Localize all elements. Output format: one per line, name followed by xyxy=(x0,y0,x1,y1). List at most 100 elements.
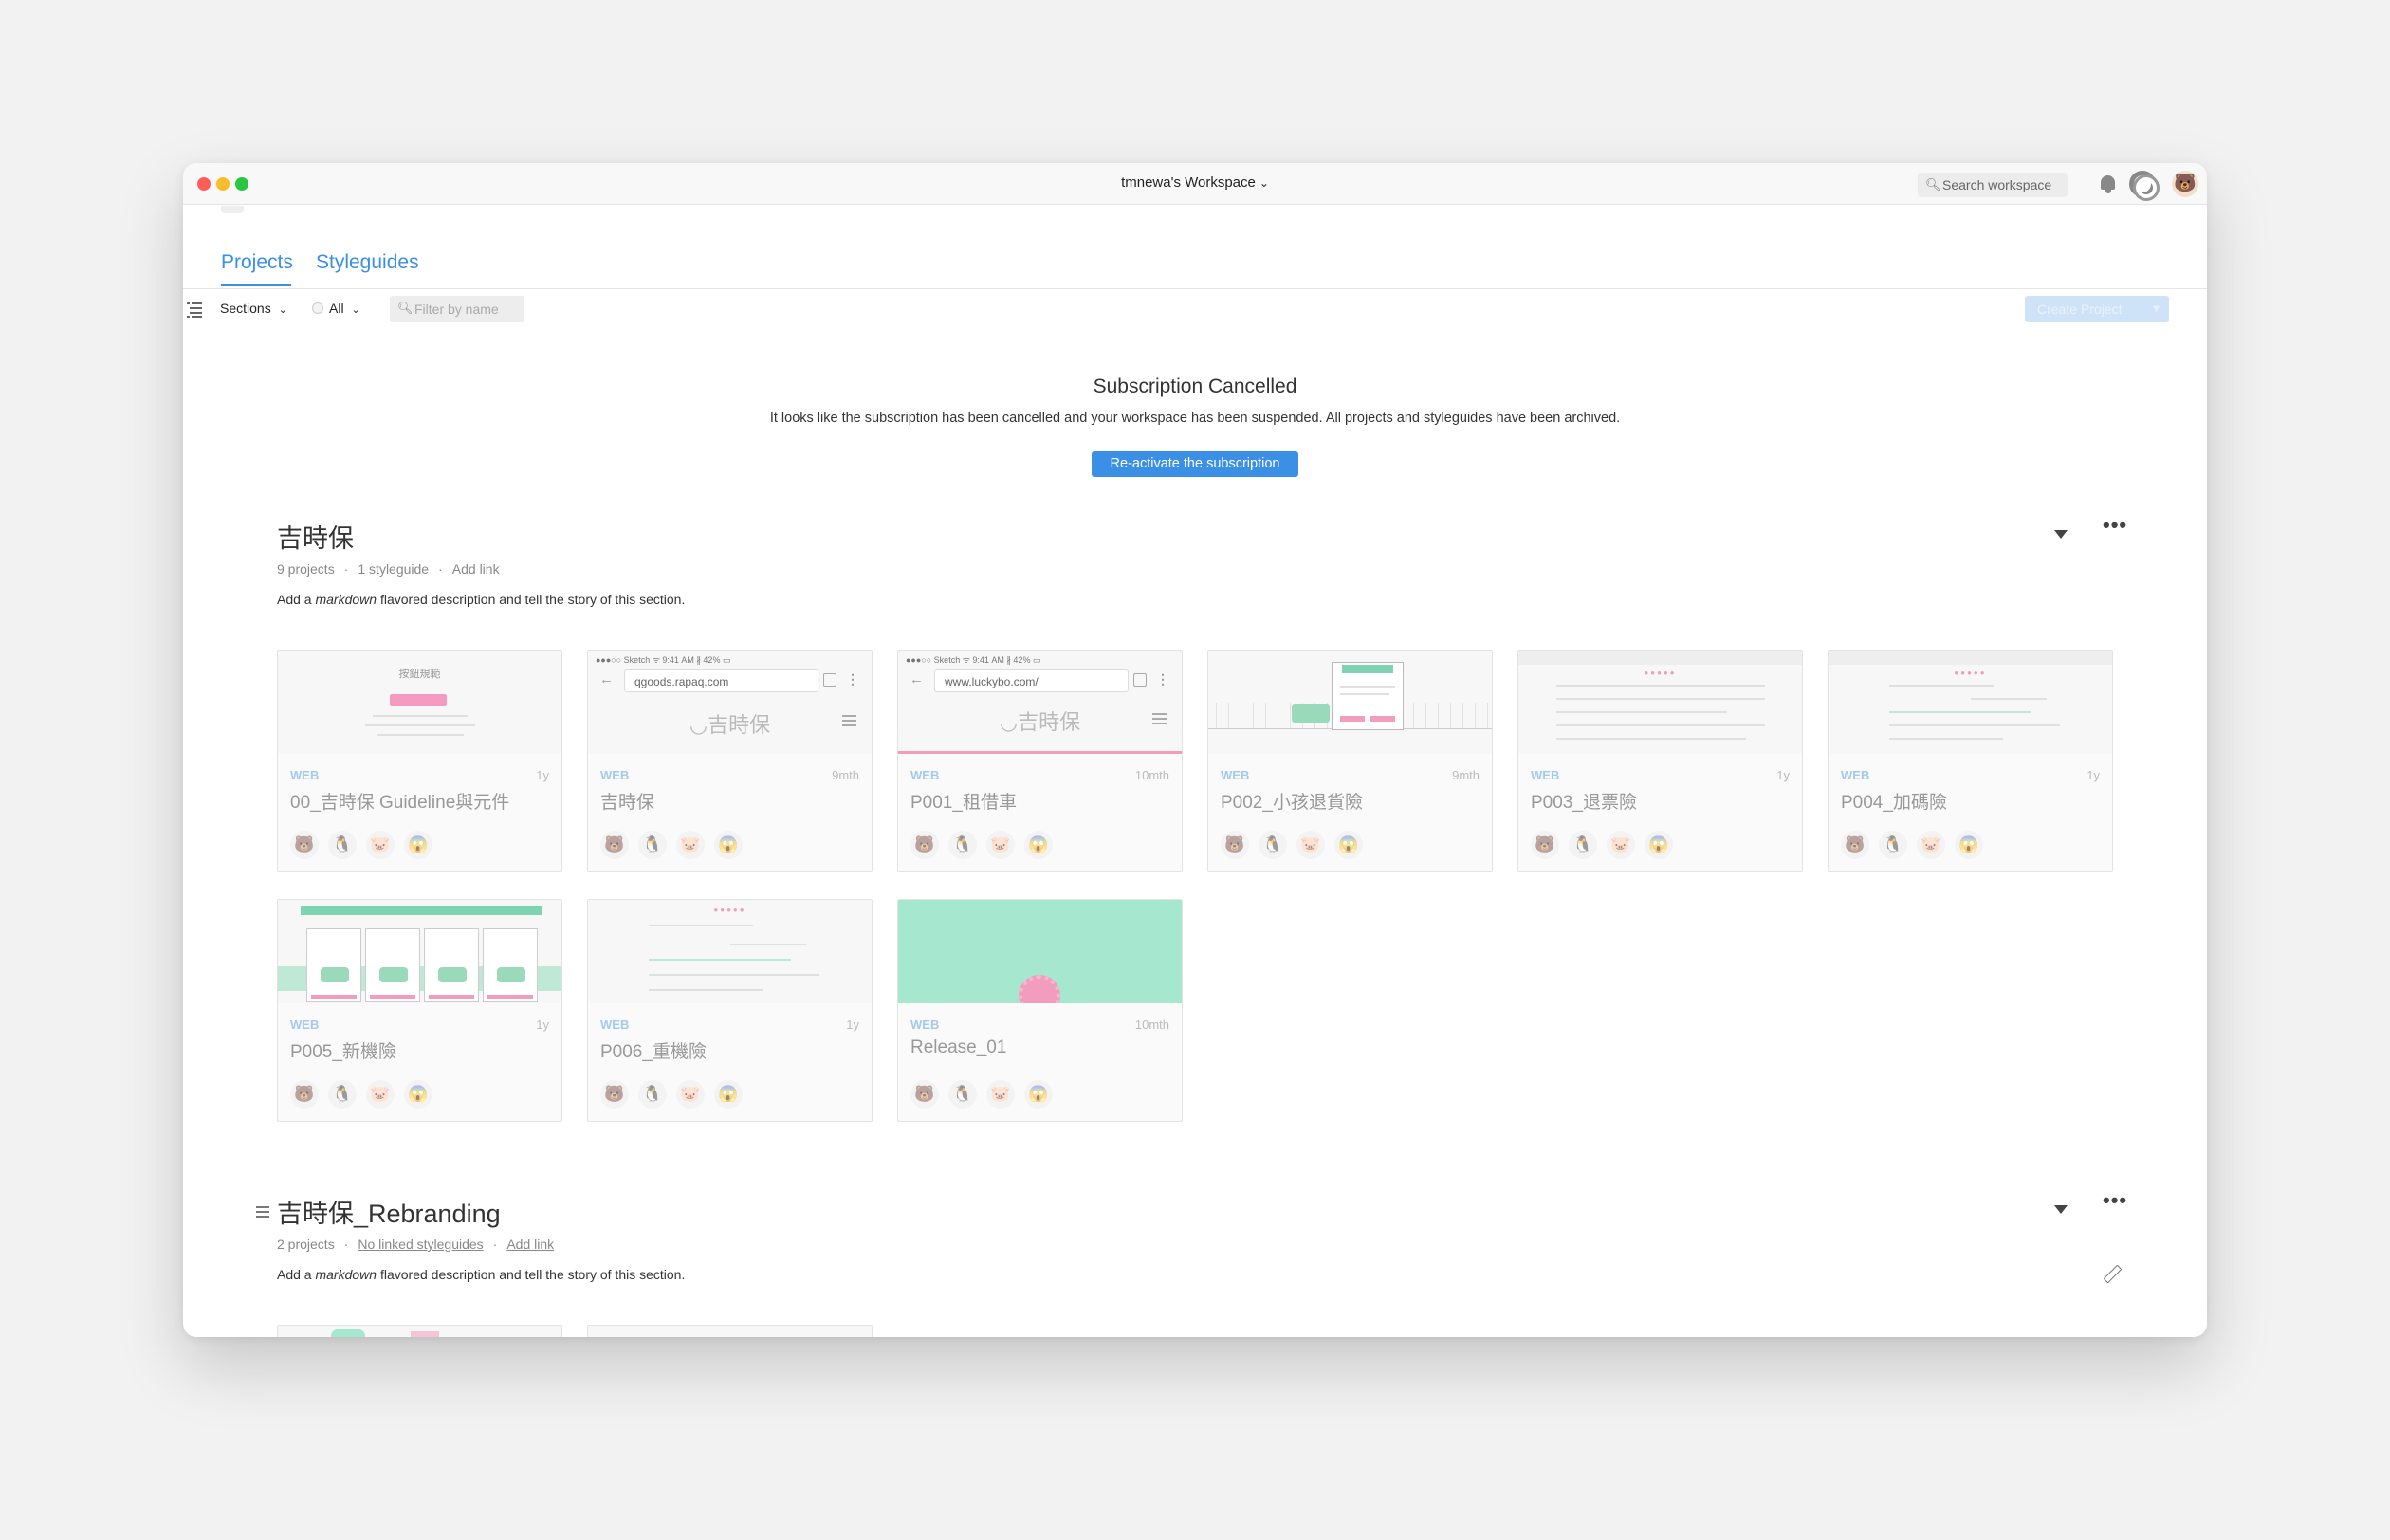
bell-icon[interactable] xyxy=(2095,171,2122,197)
project-card[interactable]: 按鈕規範 WEB 1y 00_吉時保 Guideline與元件 🐻 🐧 🐷 😱 xyxy=(277,650,562,872)
workspace-search[interactable]: 🔍︎ Search workspace xyxy=(1918,173,2068,197)
member-avatar[interactable]: 🐻 xyxy=(1531,831,1559,859)
section-title[interactable]: 吉時保_Rebranding xyxy=(277,1193,501,1230)
project-card[interactable]: WEB 10mth Release_01 🐻 🐧 🐷 😱 xyxy=(897,899,1183,1122)
member-avatar[interactable]: 🐷 xyxy=(676,831,705,859)
project-card[interactable] xyxy=(587,1325,873,1337)
project-age: 10mth xyxy=(1134,1018,1169,1032)
member-avatar[interactable]: 🐷 xyxy=(986,1080,1015,1109)
member-avatar[interactable]: 🐧 xyxy=(1569,831,1597,859)
member-avatar[interactable]: 🐷 xyxy=(1917,831,1945,859)
member-avatar[interactable]: 😱 xyxy=(1024,831,1053,859)
section-description[interactable]: Add a markdown flavored description and … xyxy=(277,1267,685,1282)
project-card[interactable]: WEB 9mth P002_小孩退貨險 🐻 🐧 🐷 😱 xyxy=(1207,650,1493,872)
search-icon: 🔍︎ xyxy=(397,301,414,315)
outline-list-icon[interactable] xyxy=(187,302,202,318)
member-avatar[interactable]: 😱 xyxy=(404,1080,432,1109)
member-avatar[interactable]: 🐷 xyxy=(986,831,1015,859)
section-title[interactable]: 吉時保 xyxy=(277,518,354,555)
member-avatar[interactable]: 🐷 xyxy=(676,1080,705,1109)
member-avatar[interactable]: 🐻 xyxy=(1221,831,1249,859)
member-avatar[interactable]: 😱 xyxy=(1955,831,1983,859)
section-styleguides-link[interactable]: 1 styleguide xyxy=(358,561,429,577)
project-card[interactable]: ●●●●● WEB 1y P006_重機險 🐻 🐧 🐷 😱 xyxy=(587,899,873,1122)
member-avatar[interactable]: 😱 xyxy=(1334,831,1363,859)
member-avatar[interactable]: 🐧 xyxy=(1259,831,1287,859)
tab-styleguides[interactable]: Styleguides xyxy=(316,251,419,274)
project-card[interactable]: ●●●○○ Sketch ᯤ 9:41 AM ∦ 42% ▭ ← www.luc… xyxy=(897,650,1183,872)
workspace-search-label: Search workspace xyxy=(1942,177,2052,192)
project-card[interactable]: WEB 1y P005_新機險 🐻 🐧 🐷 😱 xyxy=(277,899,562,1122)
section-styleguides-link[interactable]: No linked styleguides xyxy=(358,1237,483,1252)
thumbnail-bus xyxy=(1292,704,1330,723)
project-thumbnail: ●●●●● xyxy=(588,900,872,1003)
add-link[interactable]: Add link xyxy=(506,1237,554,1252)
create-project-label: Create Project xyxy=(2037,302,2123,317)
thumbnail-steps: ●●●●● xyxy=(713,906,746,914)
tab-projects[interactable]: Projects xyxy=(221,251,293,274)
chevron-down-icon: ⌄ xyxy=(351,304,360,316)
project-name: P004_加碼險 xyxy=(1841,793,1947,813)
project-thumbnail xyxy=(1208,651,1492,754)
member-avatar[interactable]: 🐷 xyxy=(1607,831,1635,859)
drag-handle-icon[interactable] xyxy=(256,1206,269,1220)
phone-status-bar: ●●●○○ Sketch ᯤ 9:41 AM ∦ 42% ▭ xyxy=(906,655,1041,665)
member-avatar[interactable]: 🐧 xyxy=(948,831,977,859)
member-avatar[interactable]: 🐻 xyxy=(600,1080,629,1109)
thumbnail-logo: ◡吉時保 xyxy=(999,710,1081,734)
thumbnail-accent-bar xyxy=(898,751,1182,754)
member-avatar[interactable]: 🐧 xyxy=(638,1080,667,1109)
member-avatar[interactable]: 😱 xyxy=(404,831,432,859)
member-avatar[interactable]: 😱 xyxy=(1645,831,1673,859)
thumbnail-title: 按鈕規範 xyxy=(398,669,441,680)
notice-title: Subscription Cancelled xyxy=(1093,376,1297,397)
project-age: 1y xyxy=(2087,768,2100,782)
project-thumbnail: ●●●○○ Sketch ᯤ 9:41 AM ∦ 42% ▭ ← qgoods.… xyxy=(588,651,872,754)
member-avatar[interactable]: 🐻 xyxy=(290,831,319,859)
sections-dropdown[interactable]: Sections ⌄ xyxy=(220,301,287,316)
active-tab-indicator xyxy=(221,284,291,286)
project-type: WEB xyxy=(1221,768,1250,782)
member-avatar[interactable]: 😱 xyxy=(714,1080,743,1109)
member-avatar[interactable]: 🐻 xyxy=(910,1080,939,1109)
member-avatar[interactable]: 🐻 xyxy=(910,831,939,859)
platform-filter-dropdown[interactable]: All ⌄ xyxy=(312,301,360,316)
member-avatar[interactable]: 🐻 xyxy=(290,1080,319,1109)
section-more-icon[interactable]: ••• xyxy=(2103,515,2127,536)
edit-description-icon[interactable] xyxy=(2103,1265,2120,1282)
member-avatar[interactable]: 🐧 xyxy=(1879,831,1907,859)
member-avatar[interactable]: 😱 xyxy=(714,831,743,859)
member-avatar[interactable]: 🐧 xyxy=(948,1080,977,1109)
lifebuoy-icon[interactable] xyxy=(2129,171,2160,201)
chevron-down-icon[interactable]: ▼ xyxy=(2151,296,2161,322)
project-name: 吉時保 xyxy=(600,793,655,813)
member-avatar[interactable]: 🐷 xyxy=(366,831,395,859)
member-avatar[interactable]: 🐻 xyxy=(1841,831,1869,859)
section-description[interactable]: Add a markdown flavored description and … xyxy=(277,592,685,607)
collapse-section-icon[interactable] xyxy=(2054,530,2068,539)
section-more-icon[interactable]: ••• xyxy=(2103,1190,2127,1211)
member-avatar[interactable]: 🐷 xyxy=(1296,831,1325,859)
thumbnail-logo: ◡吉時保 xyxy=(689,713,771,737)
member-avatar[interactable]: 😱 xyxy=(1024,1080,1053,1109)
member-avatar[interactable]: 🐻 xyxy=(600,831,629,859)
project-age: 1y xyxy=(846,1018,859,1032)
member-avatar[interactable]: 🐷 xyxy=(366,1080,395,1109)
workspace-switcher[interactable]: tmnewa's Workspace ⌄ xyxy=(183,174,2207,191)
member-avatar[interactable]: 🐧 xyxy=(328,831,357,859)
create-project-button[interactable]: Create Project ▼ xyxy=(2025,296,2169,322)
user-avatar[interactable]: 🐻 xyxy=(2172,171,2198,197)
project-card[interactable]: ●●●●● WEB 1y P003_退票險 🐻 🐧 🐷 😱 xyxy=(1517,650,1803,872)
thumbnail-topbar xyxy=(1829,651,2112,665)
collapse-section-icon[interactable] xyxy=(2054,1205,2068,1214)
member-avatar[interactable]: 🐧 xyxy=(638,831,667,859)
member-avatar[interactable]: 🐧 xyxy=(328,1080,357,1109)
section-meta: 2 projects · No linked styleguides · Add lin… xyxy=(277,1237,555,1252)
project-card[interactable] xyxy=(277,1325,562,1337)
project-thumbnail xyxy=(278,900,561,1003)
project-card[interactable]: ●●●○○ Sketch ᯤ 9:41 AM ∦ 42% ▭ ← qgoods.… xyxy=(587,650,873,872)
thumbnail-sample-button xyxy=(390,694,447,706)
reactivate-subscription-button[interactable]: Re-activate the subscription xyxy=(1092,451,1298,477)
add-link[interactable]: Add link xyxy=(452,561,500,577)
project-card[interactable]: ●●●●● WEB 1y P004_加碼險 🐻 🐧 🐷 😱 xyxy=(1828,650,2113,872)
